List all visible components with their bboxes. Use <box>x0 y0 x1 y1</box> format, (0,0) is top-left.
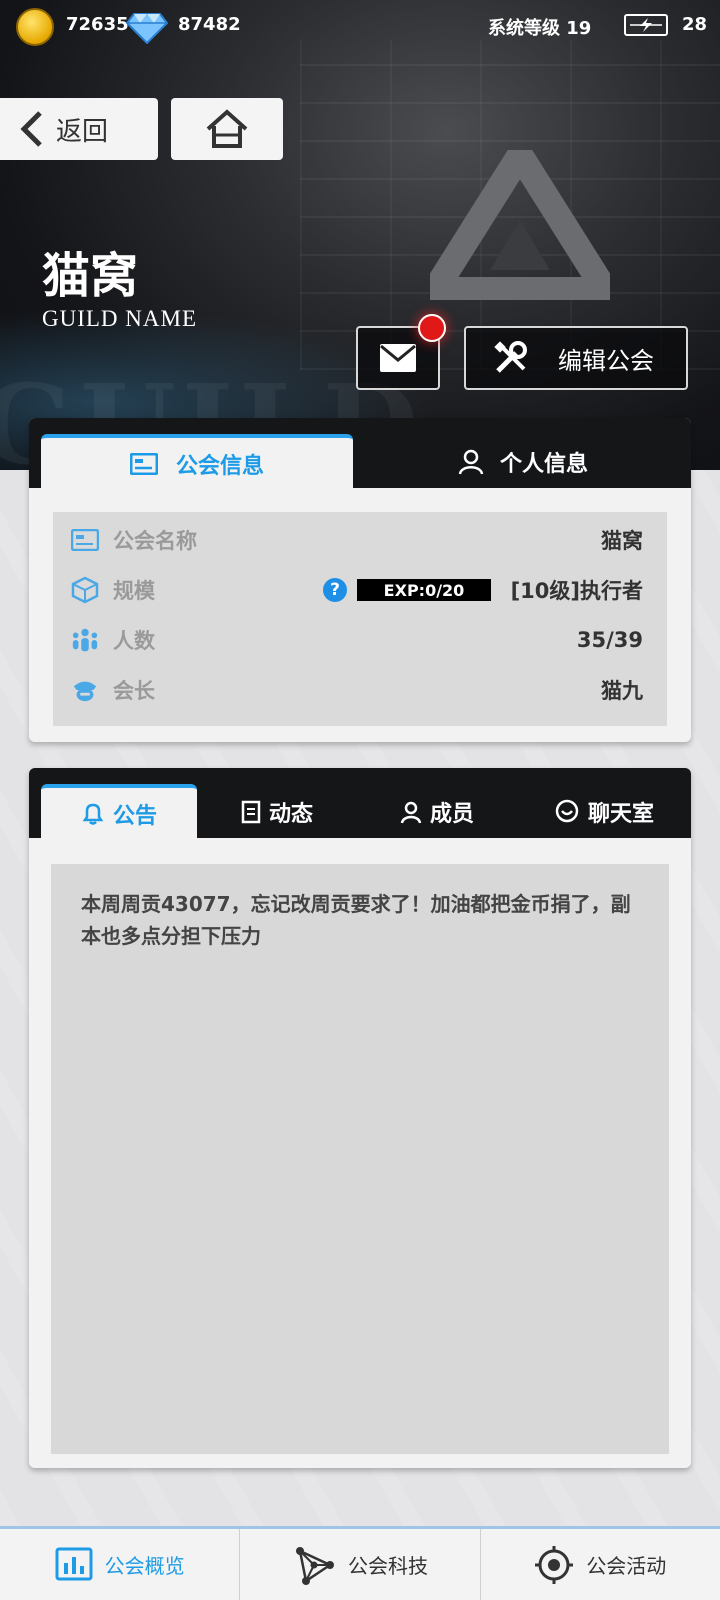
id-card-icon <box>71 526 99 554</box>
cube-icon <box>71 576 99 604</box>
guild-info-table: 公会名称 猫窝 规模 ? EXP:0/20 [10级]执行者 人数 35/39 … <box>53 512 667 726</box>
nav-guild-overview[interactable]: 公会概览 <box>0 1529 239 1600</box>
home-icon <box>206 109 248 148</box>
tab-activity[interactable]: 动态 <box>197 784 357 840</box>
info-label: 会长 <box>113 679 155 703</box>
person-icon <box>458 449 484 475</box>
bar-chart-icon <box>55 1547 93 1580</box>
tab-guild-info[interactable]: 公会信息 <box>41 434 353 490</box>
guild-name-subtitle: GUILD NAME <box>42 306 198 331</box>
info-row-scale: 规模 ? EXP:0/20 [10级]执行者 <box>53 570 667 610</box>
network-nodes-icon <box>295 1546 334 1585</box>
guild-info-panel: 公会信息 个人信息 公会名称 猫窝 规模 ? EXP:0/20 [10级]执行者 <box>29 418 691 742</box>
diamond-icon <box>126 13 168 44</box>
edit-guild-label: 编辑公会 <box>558 346 654 375</box>
guild-exp-bar: EXP:0/20 <box>357 579 491 601</box>
system-level: 系统等级 19 <box>488 18 592 39</box>
chevron-left-icon <box>20 111 42 147</box>
document-icon <box>241 800 261 824</box>
nav-guild-overview-label: 公会概览 <box>104 1554 185 1578</box>
people-icon <box>71 626 99 654</box>
nav-guild-activities[interactable]: 公会活动 <box>479 1529 720 1600</box>
tab-announcement-label: 公告 <box>112 804 157 829</box>
guild-emblem-icon <box>430 150 610 300</box>
leader-cap-icon <box>71 676 99 704</box>
target-icon <box>535 1545 574 1584</box>
nav-guild-activities-label: 公会活动 <box>586 1554 667 1578</box>
guild-notice-panel: 公告 动态 成员 聊天室 本周周贡43077，忘记改周贡要求了！加油都把金币捐了… <box>29 768 691 1468</box>
info-label: 规模 <box>113 579 155 603</box>
nav-guild-tech-label: 公会科技 <box>347 1554 428 1578</box>
gold-coin-icon <box>16 8 54 46</box>
info-value-guild-name: 猫窝 <box>601 529 643 553</box>
envelope-icon <box>380 344 416 372</box>
info-label: 公会名称 <box>113 529 197 553</box>
tab-announcement[interactable]: 公告 <box>41 784 197 840</box>
diamond-count: 87482 <box>178 14 241 35</box>
edit-guild-button[interactable]: 编辑公会 <box>464 326 688 390</box>
nav-guild-tech[interactable]: 公会科技 <box>239 1529 479 1600</box>
chat-bubble-icon <box>555 799 579 823</box>
bottom-navigation: 公会概览 公会科技 公会活动 <box>0 1526 720 1600</box>
announcement-text: 本周周贡43077，忘记改周贡要求了！加油都把金币捐了，副本也多点分担下压力 <box>51 864 669 1454</box>
home-button[interactable] <box>171 98 283 160</box>
back-button[interactable]: 返回 <box>0 98 158 160</box>
back-button-label: 返回 <box>56 116 109 147</box>
info-label: 人数 <box>113 629 155 653</box>
mail-notification-badge <box>418 314 446 342</box>
person-icon <box>400 801 422 824</box>
guild-name-title: 猫窝 <box>42 248 139 304</box>
tab-members-label: 成员 <box>429 802 474 827</box>
help-icon[interactable]: ? <box>323 578 347 602</box>
info-row-guild-name: 公会名称 猫窝 <box>53 520 667 560</box>
tab-members[interactable]: 成员 <box>357 784 517 840</box>
gold-coin-count: 72635 <box>66 14 129 35</box>
tab-personal-info[interactable]: 个人信息 <box>355 434 691 490</box>
energy-battery-icon <box>624 14 668 36</box>
tab-personal-info-label: 个人信息 <box>499 452 588 477</box>
info-row-members: 人数 35/39 <box>53 620 667 660</box>
energy-count: 28 <box>682 14 708 35</box>
tab-chatroom[interactable]: 聊天室 <box>517 784 691 840</box>
bell-icon <box>82 803 104 825</box>
info-value-guild-level: [10级]执行者 <box>510 579 643 603</box>
tab-guild-info-label: 公会信息 <box>175 454 264 479</box>
info-row-leader: 会长 猫九 <box>53 670 667 710</box>
info-value-member-count: 35/39 <box>576 628 643 652</box>
tools-icon <box>494 341 527 373</box>
id-card-icon <box>129 453 158 475</box>
tab-chatroom-label: 聊天室 <box>587 802 654 827</box>
info-value-leader: 猫九 <box>601 679 643 703</box>
tab-activity-label: 动态 <box>268 802 313 827</box>
guild-header-banner: GUILD <box>0 0 720 470</box>
resource-status-bar: 72635 87482 系统等级 19 28 <box>0 0 720 52</box>
